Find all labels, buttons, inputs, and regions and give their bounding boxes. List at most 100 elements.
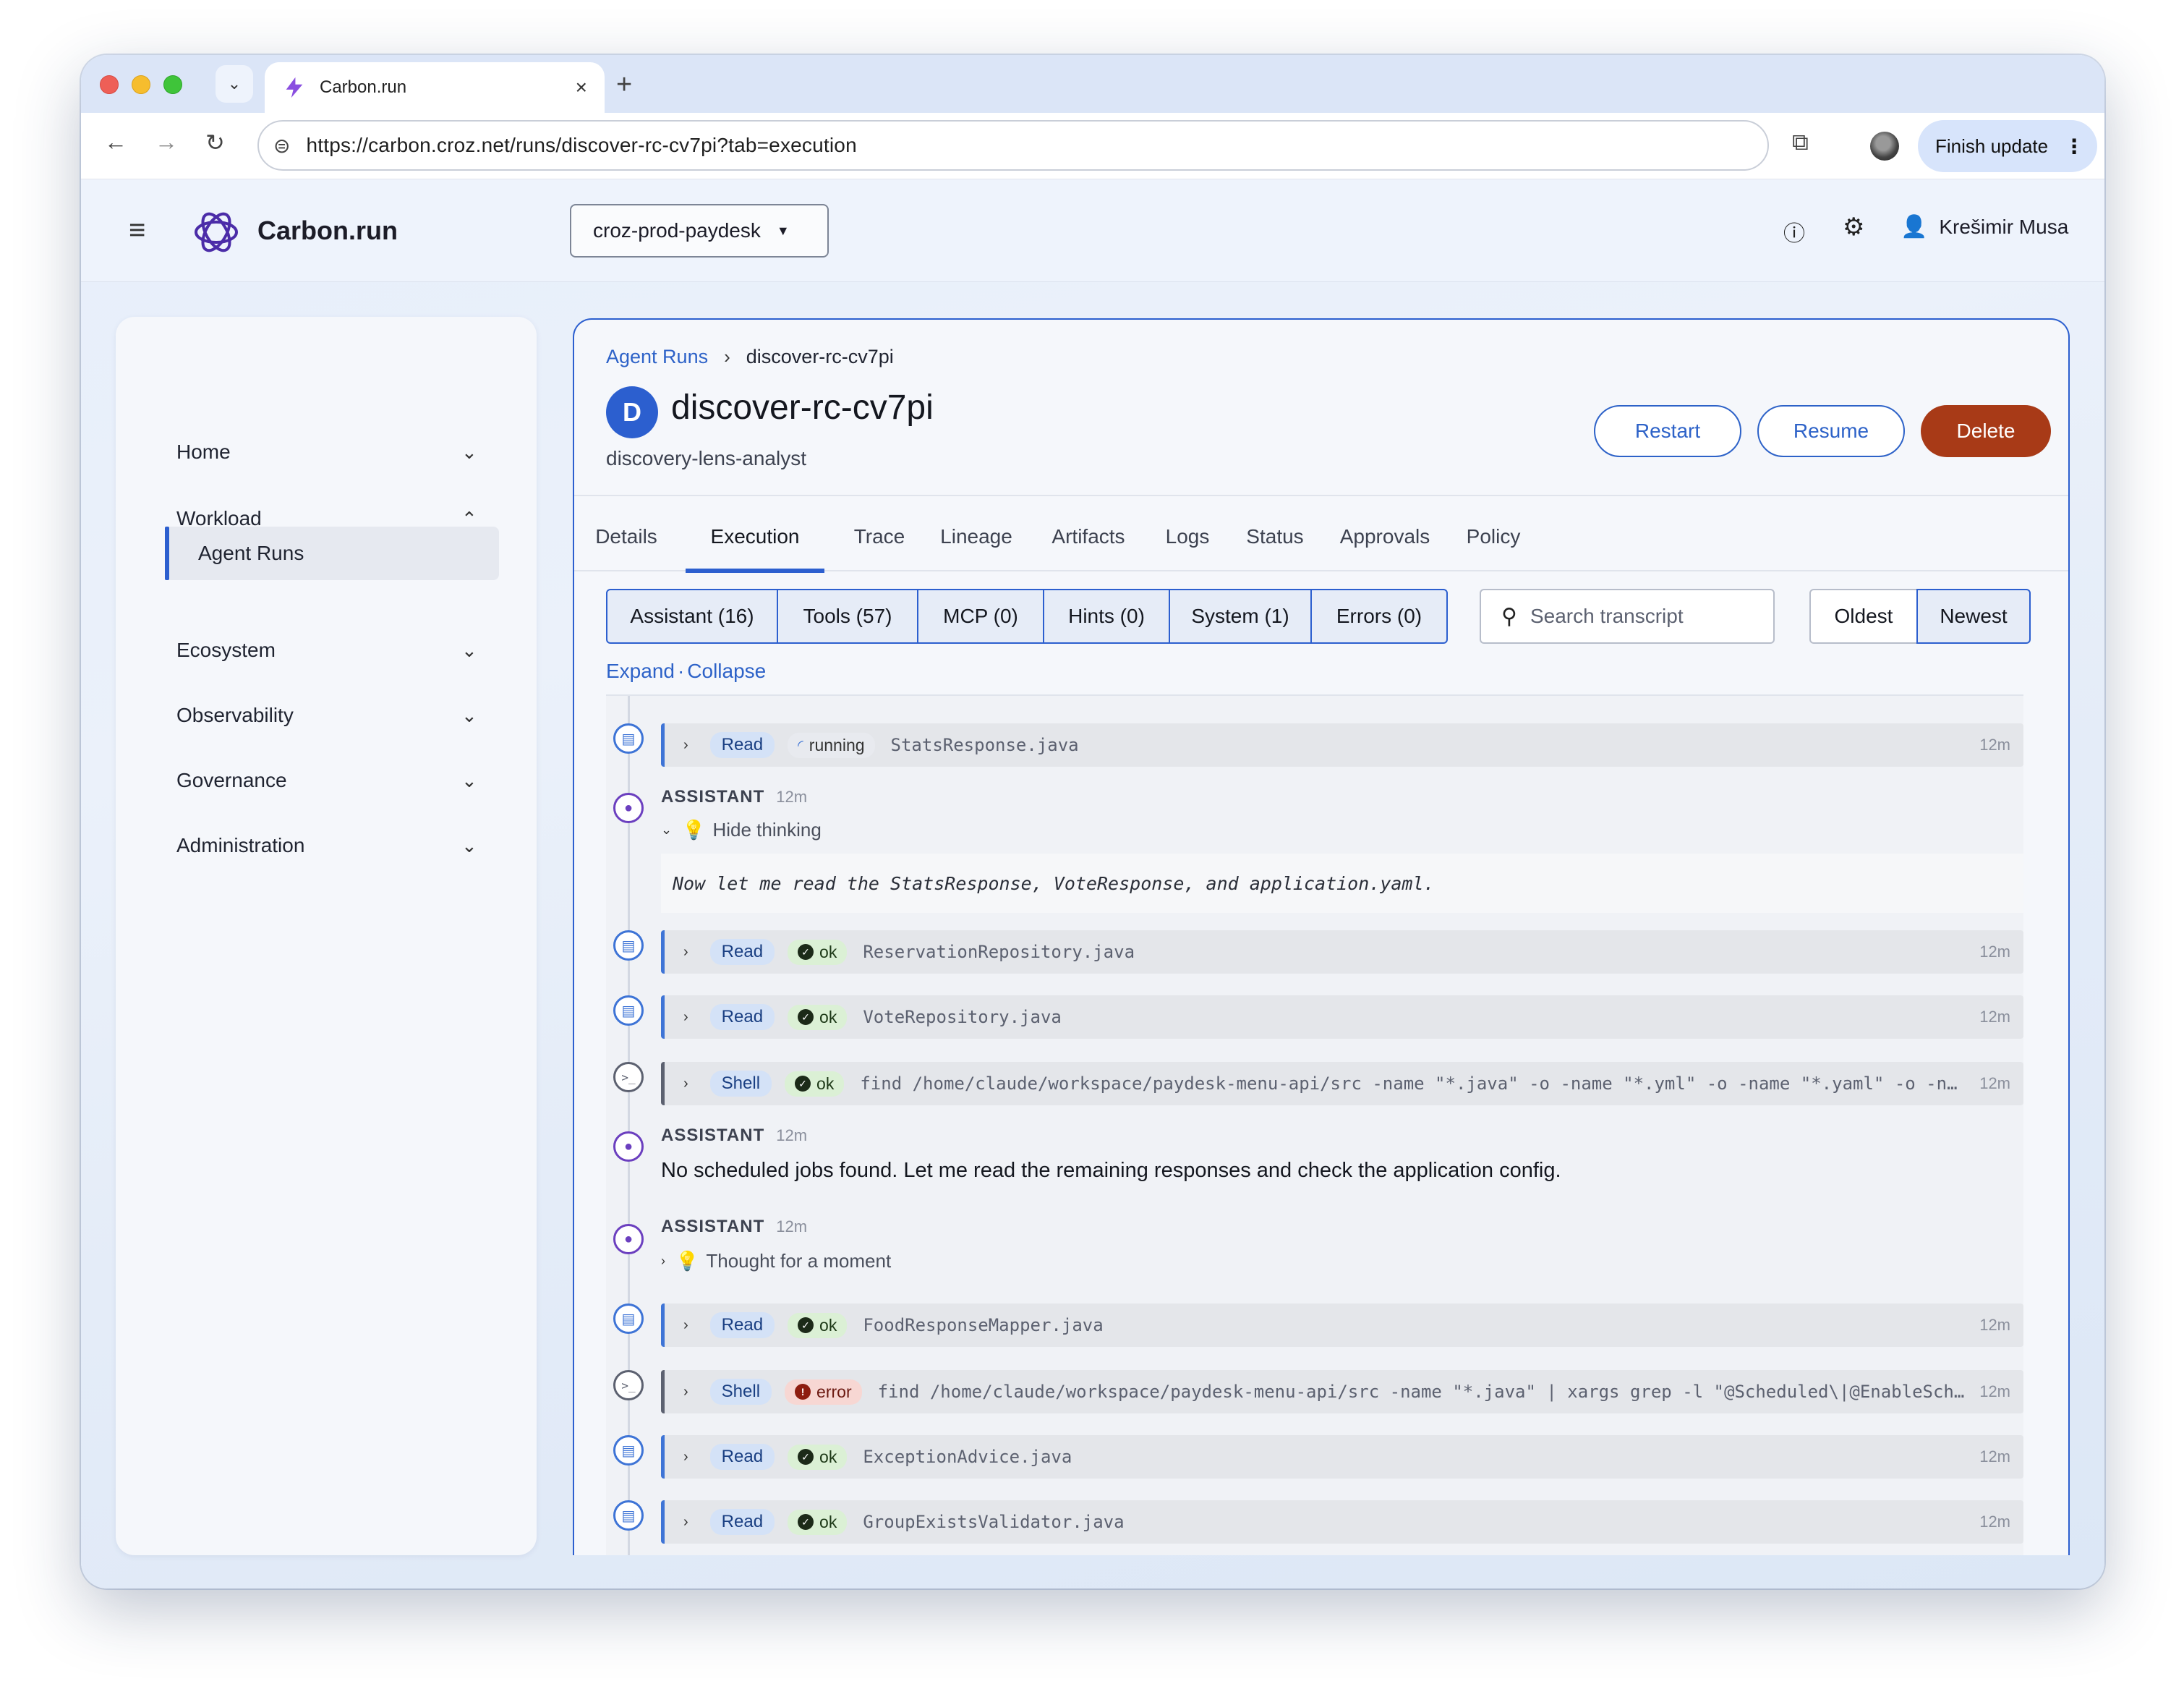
chevron-right-icon: › [683, 943, 688, 960]
tab-search-button[interactable]: ⌄ [216, 65, 253, 103]
tool-time: 12m [1979, 1382, 2010, 1400]
chevron-down-icon: ⌄ [461, 834, 477, 856]
tool-row[interactable]: › Read ✓ ok ExceptionAdvice.java 12m [661, 1435, 2023, 1479]
sort-oldest-button[interactable]: Oldest [1809, 589, 1918, 644]
gear-icon[interactable]: ⚙ [1843, 213, 1864, 242]
tool-row[interactable]: › Read ◜ running StatsResponse.java 12m [661, 723, 2023, 767]
site-info-icon[interactable]: ⊜ [273, 134, 290, 158]
status-text: ok [819, 1447, 837, 1466]
search-input[interactable]: ⚲ Search transcript [1480, 589, 1775, 644]
tab-trace[interactable]: Trace [839, 502, 920, 571]
filter-tools[interactable]: Tools (57) [777, 589, 918, 644]
expand-link[interactable]: Expand [606, 660, 675, 682]
chevron-right-icon: › [683, 736, 688, 753]
tool-row[interactable]: › Shell ! error find /home/claude/workspa… [661, 1370, 2023, 1413]
breadcrumb-agent-runs[interactable]: Agent Runs [606, 346, 708, 368]
browser-tabstrip: ⌄ Carbon.run × + [81, 55, 2104, 113]
browser-window: ⌄ Carbon.run × + ← → ↻ ⊜ https://carbon.… [81, 55, 2104, 1588]
sidebar-item-governance[interactable]: Governance ⌄ [116, 755, 537, 806]
status-badge: ✓ ok [788, 939, 848, 965]
page-subtitle: discovery-lens-analyst [606, 447, 806, 469]
menu-icon[interactable]: ≡ [129, 214, 145, 247]
tool-time: 12m [1979, 1074, 2010, 1092]
back-icon[interactable]: ← [104, 129, 127, 156]
tool-target: GroupExistsValidator.java [863, 1512, 1125, 1532]
header-divider [574, 495, 2068, 496]
close-window-button[interactable] [100, 75, 119, 94]
tab-logs[interactable]: Logs [1153, 502, 1222, 571]
reload-icon[interactable]: ↻ [205, 129, 225, 156]
tab-execution[interactable]: Execution [686, 502, 824, 573]
chevron-right-icon: › [683, 1448, 688, 1465]
filter-system[interactable]: System (1) [1169, 589, 1312, 644]
sidebar-item-observability[interactable]: Observability ⌄ [116, 690, 537, 741]
page-title: discover-rc-cv7pi [671, 388, 934, 427]
status-badge: ✓ ok [788, 1444, 848, 1470]
collapse-link[interactable]: Collapse [687, 660, 766, 682]
sidebar-item-label: Observability [176, 704, 294, 726]
tool-target: FoodResponseMapper.java [863, 1315, 1104, 1335]
file-icon: ▤ [613, 723, 644, 754]
thinking-toggle-label: Hide thinking [712, 819, 822, 841]
forward-icon[interactable]: → [155, 129, 178, 156]
profile-avatar[interactable] [1870, 132, 1899, 161]
carbon-favicon-icon [286, 77, 303, 98]
file-icon: ▤ [613, 1435, 644, 1466]
sidebar-item-label: Agent Runs [198, 542, 304, 564]
sidebar-item-administration[interactable]: Administration ⌄ [116, 820, 537, 871]
tool-target: StatsResponse.java [890, 735, 1079, 755]
sidebar-item-home[interactable]: Home ⌄ [116, 427, 537, 477]
tab-details[interactable]: Details [584, 502, 668, 571]
hide-thinking-toggle[interactable]: ⌄ 💡 Hide thinking [661, 819, 822, 841]
url-text: https://carbon.croz.net/runs/discover-rc… [306, 134, 857, 156]
new-tab-button[interactable]: + [616, 69, 632, 101]
tab-approvals[interactable]: Approvals [1326, 502, 1443, 571]
close-tab-icon[interactable]: × [576, 76, 587, 99]
tool-row[interactable]: › Read ✓ ok ReservationRepository.java 12… [661, 930, 2023, 974]
resume-button[interactable]: Resume [1757, 405, 1905, 457]
filter-hints[interactable]: Hints (0) [1043, 589, 1170, 644]
chevron-right-icon: › [661, 1254, 665, 1268]
tool-row[interactable]: › Shell ✓ ok find /home/claude/workspace/… [661, 1062, 2023, 1105]
chevron-right-icon: › [683, 1317, 688, 1333]
thought-toggle[interactable]: › 💡 Thought for a moment [661, 1250, 891, 1272]
sort-newest-button[interactable]: Newest [1916, 589, 2031, 644]
tab-policy[interactable]: Policy [1452, 502, 1535, 571]
user-menu[interactable]: 👤 Krešimir Musa [1901, 214, 2068, 239]
extensions-icon[interactable]: ⧉ [1792, 129, 1809, 156]
delete-button[interactable]: Delete [1921, 405, 2051, 457]
address-bar[interactable]: ⊜ https://carbon.croz.net/runs/discover-… [257, 120, 1769, 171]
tab-lineage[interactable]: Lineage [929, 502, 1024, 571]
brand-name[interactable]: Carbon.run [257, 216, 398, 246]
tab-status[interactable]: Status [1232, 502, 1318, 571]
filter-assistant[interactable]: Assistant (16) [606, 589, 778, 644]
chevron-right-icon: › [724, 346, 730, 367]
file-icon: ▤ [613, 1500, 644, 1531]
run-detail-panel: Agent Runs › discover-rc-cv7pi D discove… [573, 318, 2070, 1555]
tool-row[interactable]: › Read ✓ ok FoodResponseMapper.java 12m [661, 1303, 2023, 1347]
help-icon[interactable]: ⓘ [1783, 216, 1805, 247]
assistant-icon: ● [613, 1131, 644, 1162]
project-select[interactable]: croz-prod-paydesk ▼ [570, 204, 829, 258]
finish-update-button[interactable]: Finish update ⋮ [1918, 120, 2097, 172]
filter-errors[interactable]: Errors (0) [1310, 589, 1448, 644]
check-icon: ✓ [795, 1076, 811, 1092]
tab-artifacts[interactable]: Artifacts [1036, 502, 1141, 571]
error-icon: ! [795, 1384, 811, 1400]
status-text: ok [819, 942, 837, 961]
sidebar-item-ecosystem[interactable]: Ecosystem ⌄ [116, 625, 537, 676]
maximize-window-button[interactable] [163, 75, 182, 94]
tool-row[interactable]: › Read ✓ ok GroupExistsValidator.java 12m [661, 1500, 2023, 1544]
file-icon: ▤ [613, 1303, 644, 1334]
tool-row[interactable]: › Read ✓ ok VoteRepository.java 12m [661, 995, 2023, 1039]
minimize-window-button[interactable] [132, 75, 150, 94]
thinking-toggle-label: Thought for a moment [706, 1250, 892, 1272]
filter-mcp[interactable]: MCP (0) [917, 589, 1044, 644]
lightbulb-icon: 💡 [682, 819, 706, 841]
browser-tab[interactable]: Carbon.run × [265, 62, 605, 113]
restart-button[interactable]: Restart [1594, 405, 1741, 457]
sidebar-item-agent-runs[interactable]: Agent Runs [165, 527, 499, 580]
chevron-down-icon: ⌄ [461, 769, 477, 791]
tool-time: 12m [1979, 1447, 2010, 1466]
assistant-label: ASSISTANT [661, 1126, 765, 1145]
